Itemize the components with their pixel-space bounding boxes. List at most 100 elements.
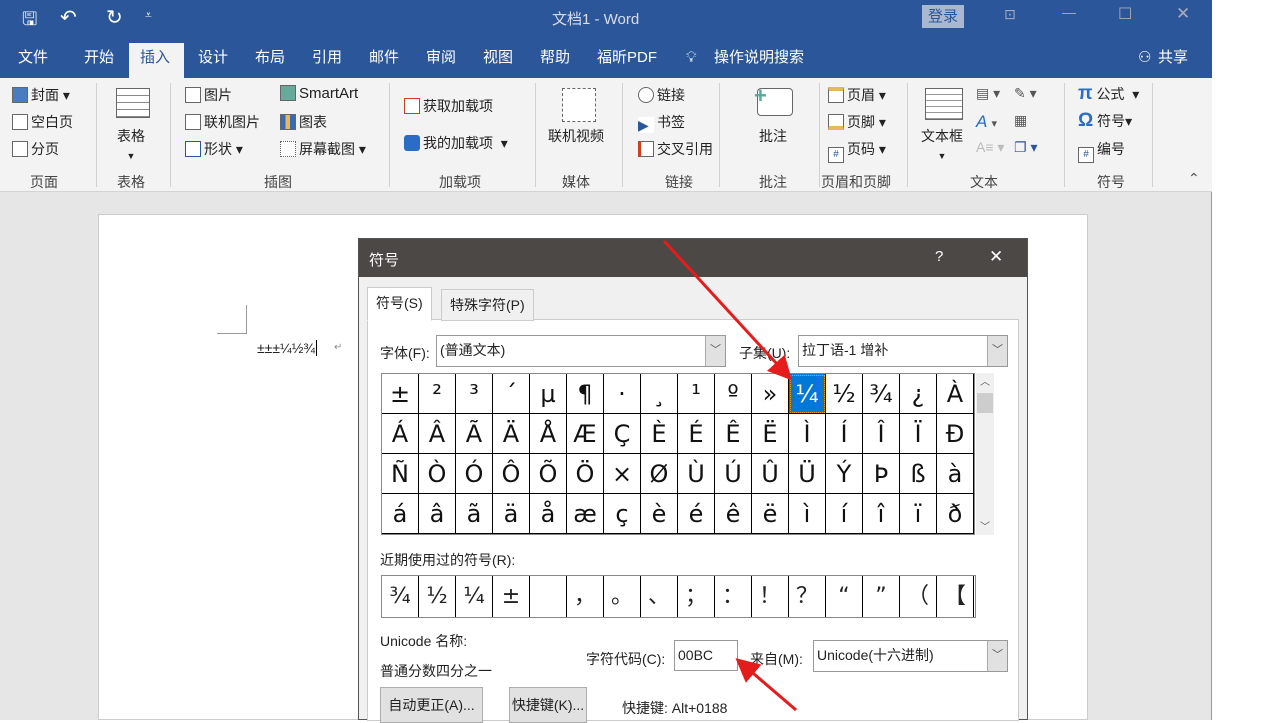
blank-page-button[interactable]: 空白页 [12, 112, 73, 132]
symbol-cell[interactable]: Å [530, 414, 567, 454]
recent-symbol-cell[interactable]: 【 [937, 576, 974, 617]
header-button[interactable]: 页眉 ▾ [828, 85, 886, 105]
symbol-cell[interactable]: ð [937, 494, 974, 534]
symbol-cell[interactable]: ß [900, 454, 937, 494]
symbol-cell[interactable]: Ú [715, 454, 752, 494]
login-button[interactable]: 登录 [922, 5, 964, 28]
symbol-cell[interactable]: È [641, 414, 678, 454]
tab-help[interactable]: 帮助 [536, 43, 574, 78]
scroll-thumb[interactable] [977, 393, 993, 413]
symbol-cell[interactable]: ² [419, 374, 456, 414]
recent-symbol-cell[interactable]: 。 [604, 576, 641, 617]
symbol-cell[interactable]: » [752, 374, 789, 414]
tab-file[interactable]: 文件 [14, 43, 52, 78]
char-code-input[interactable]: 00BC [674, 640, 738, 671]
collapse-ribbon-icon[interactable]: ⌃ [1188, 170, 1200, 187]
screenshot-button[interactable]: 屏幕截图 ▾ [280, 139, 366, 159]
symbol-cell[interactable]: ¸ [641, 374, 678, 414]
symbol-cell[interactable]: é [678, 494, 715, 534]
tab-mailings[interactable]: 邮件 [365, 43, 403, 78]
tab-foxit-pdf[interactable]: 福昕PDF [593, 43, 661, 78]
customize-toolbar-icon[interactable]: ⩡ [145, 8, 152, 23]
comment-button[interactable]: 批注 [759, 126, 787, 146]
cross-reference-button[interactable]: 交叉引用 [638, 139, 713, 159]
symbol-button[interactable]: Ω 符号▾ [1078, 110, 1132, 132]
symbol-cell[interactable]: ¶ [567, 374, 604, 414]
symbol-cell[interactable]: Î [863, 414, 900, 454]
symbol-cell[interactable]: Ë [752, 414, 789, 454]
symbol-cell[interactable]: Á [382, 414, 419, 454]
recent-symbol-cell[interactable]: ： [715, 576, 752, 617]
tab-references[interactable]: 引用 [308, 43, 346, 78]
symbol-cell[interactable]: à [937, 454, 974, 494]
symbol-cell[interactable]: ç [604, 494, 641, 534]
dialog-close-button[interactable]: ✕ [989, 247, 1003, 267]
recent-symbol-cell[interactable]: “ [826, 576, 863, 617]
autocorrect-button[interactable]: 自动更正(A)... [380, 687, 483, 723]
subset-select[interactable]: 拉丁语-1 增补 ﹀ [798, 335, 1008, 367]
symbol-cell[interactable]: Û [752, 454, 789, 494]
symbol-cell[interactable]: ½ [826, 374, 863, 414]
number-button[interactable]: # 编号 [1078, 139, 1125, 163]
symbol-cell[interactable]: Æ [567, 414, 604, 454]
tell-me-search[interactable]: 操作说明搜索 [710, 43, 808, 78]
symbol-cell[interactable]: î [863, 494, 900, 534]
symbol-cell[interactable]: å [530, 494, 567, 534]
table-button[interactable]: 表格 ▼ [117, 126, 145, 162]
symbol-cell[interactable]: × [604, 454, 641, 494]
from-select[interactable]: Unicode(十六进制) ﹀ [813, 640, 1008, 672]
symbol-cell[interactable]: À [937, 374, 974, 414]
symbol-cell[interactable]: ´ [493, 374, 530, 414]
recent-symbol-cell[interactable]: ， [567, 576, 604, 617]
my-addins-button[interactable]: 我的加载项 ▾ [404, 133, 508, 153]
symbol-cell[interactable]: Ø [641, 454, 678, 494]
symbol-cell[interactable]: Þ [863, 454, 900, 494]
online-pictures-button[interactable]: 联机图片 [185, 112, 260, 132]
tab-symbols[interactable]: 符号(S) [367, 287, 432, 321]
symbol-cell[interactable]: Ó [456, 454, 493, 494]
symbol-cell[interactable]: ì [789, 494, 826, 534]
footer-button[interactable]: 页脚 ▾ [828, 112, 886, 132]
symbol-cell[interactable]: º [715, 374, 752, 414]
symbol-cell[interactable]: Ý [826, 454, 863, 494]
tab-design[interactable]: 设计 [194, 43, 232, 78]
recent-symbol-cell[interactable]: ！ [752, 576, 789, 617]
recent-symbol-cell[interactable]: ± [493, 576, 530, 617]
symbol-cell[interactable]: ë [752, 494, 789, 534]
undo-icon[interactable]: ↶ [60, 5, 77, 30]
symbol-cell[interactable]: æ [567, 494, 604, 534]
link-button[interactable]: 链接 [638, 85, 685, 105]
pictures-button[interactable]: 图片 [185, 85, 232, 105]
minimize-button[interactable]: — [1062, 4, 1076, 20]
symbol-cell[interactable]: è [641, 494, 678, 534]
symbol-cell[interactable]: ê [715, 494, 752, 534]
smartart-button[interactable]: SmartArt [280, 85, 358, 102]
tab-insert[interactable]: 插入 [129, 43, 184, 78]
wordart-button[interactable]: A ▾ [976, 112, 997, 132]
drop-cap-button[interactable]: A≡ ▾ [976, 139, 1004, 156]
symbol-cell[interactable]: ¼ [789, 374, 826, 414]
tab-special-characters[interactable]: 特殊字符(P) [441, 289, 534, 321]
symbol-cell[interactable]: Ì [789, 414, 826, 454]
symbol-cell[interactable]: Ä [493, 414, 530, 454]
symbol-cell[interactable]: ³ [456, 374, 493, 414]
equation-button[interactable]: π 公式 ▾ [1078, 83, 1139, 105]
symbol-cell[interactable]: ± [382, 374, 419, 414]
tab-layout[interactable]: 布局 [251, 43, 289, 78]
symbol-cell[interactable]: ¹ [678, 374, 715, 414]
symbol-cell[interactable]: É [678, 414, 715, 454]
symbol-grid-scrollbar[interactable]: ︿ ﹀ [976, 373, 994, 535]
date-time-button[interactable]: ▦ [1014, 112, 1027, 129]
symbol-cell[interactable]: Í [826, 414, 863, 454]
get-addins-button[interactable]: 获取加载项 [404, 96, 493, 116]
help-button[interactable]: ? [935, 248, 943, 265]
symbol-cell[interactable]: ¾ [863, 374, 900, 414]
symbol-cell[interactable]: Ô [493, 454, 530, 494]
symbol-cell[interactable]: Ã [456, 414, 493, 454]
page-number-button[interactable]: # 页码 ▾ [828, 139, 886, 163]
symbol-cell[interactable]: Õ [530, 454, 567, 494]
recent-symbol-cell[interactable]: ¼ [456, 576, 493, 617]
symbol-cell[interactable]: ã [456, 494, 493, 534]
symbol-cell[interactable]: Ï [900, 414, 937, 454]
symbol-cell[interactable]: Ù [678, 454, 715, 494]
